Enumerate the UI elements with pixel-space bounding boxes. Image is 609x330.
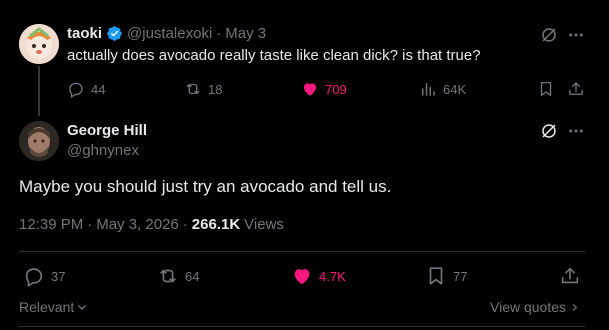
parent-like-count: 709: [325, 81, 347, 97]
reply-icon: [67, 80, 85, 98]
heart-icon: [291, 265, 313, 287]
sort-label: Relevant: [19, 299, 75, 315]
parent-like-button[interactable]: 709: [301, 80, 347, 98]
sort-dropdown[interactable]: Relevant: [19, 299, 88, 315]
chevron-down-icon: [76, 301, 88, 313]
parent-avatar[interactable]: [19, 24, 59, 64]
repost-icon: [157, 265, 179, 287]
reply-avatar[interactable]: [19, 121, 59, 161]
reply-bookmark-count: 77: [453, 268, 468, 284]
views-chart-icon: [419, 80, 437, 98]
divider: [19, 251, 585, 252]
reply-repost-count: 64: [185, 268, 200, 284]
reply-views-label: Views: [244, 216, 284, 233]
parent-display-name[interactable]: taoki: [67, 25, 102, 42]
reply-share-button[interactable]: [559, 265, 581, 287]
parent-repost-count: 18: [208, 81, 223, 97]
reply-tweet-text: Maybe you should just try an avocado and…: [19, 177, 392, 196]
reply-like-button[interactable]: 4.7K: [291, 265, 346, 287]
parent-bookmark-button[interactable]: [537, 80, 555, 98]
parent-date[interactable]: May 3: [225, 25, 266, 42]
repost-icon: [184, 80, 202, 98]
parent-reply-button[interactable]: 44: [67, 80, 105, 98]
reply-date[interactable]: May 3, 2026: [96, 216, 179, 233]
more-icon[interactable]: [567, 26, 585, 44]
parent-repost-button[interactable]: 18: [184, 80, 222, 98]
verified-badge-icon: [106, 25, 123, 42]
view-quotes-label: View quotes: [490, 299, 567, 315]
parent-handle[interactable]: @justalexoki: [127, 25, 212, 42]
date-separator: ·: [216, 25, 222, 42]
reply-bookmark-button[interactable]: 77: [425, 265, 467, 287]
parent-views-count: 64K: [443, 81, 467, 97]
reply-reply-button[interactable]: 37: [23, 265, 65, 287]
parent-views-button[interactable]: 64K: [419, 80, 466, 98]
grok-icon[interactable]: [540, 26, 558, 44]
reply-icon: [23, 265, 45, 287]
reply-repost-button[interactable]: 64: [157, 265, 199, 287]
parent-tweet-text: actually does avocado really taste like …: [67, 47, 481, 64]
meta-separator: ·: [182, 216, 188, 233]
parent-share-button[interactable]: [567, 80, 585, 98]
reply-time[interactable]: 12:39 PM: [19, 216, 83, 233]
divider: [19, 326, 585, 327]
reply-meta: 12:39 PM · May 3, 2026 · 266.1K Views: [19, 216, 284, 233]
reply-views-count: 266.1K: [191, 216, 241, 233]
grok-icon[interactable]: [540, 122, 558, 140]
reply-like-count: 4.7K: [319, 268, 346, 284]
meta-separator: ·: [87, 216, 93, 233]
view-quotes-link[interactable]: View quotes: [490, 299, 580, 315]
more-icon[interactable]: [567, 122, 585, 140]
reply-display-name[interactable]: George Hill: [67, 122, 147, 139]
parent-reply-count: 44: [91, 81, 106, 97]
reply-handle[interactable]: @ghnynex: [67, 142, 139, 159]
reply-reply-count: 37: [51, 268, 66, 284]
heart-icon: [301, 80, 319, 98]
chevron-right-icon: [569, 302, 580, 313]
bookmark-icon: [425, 265, 447, 287]
thread-connector-line: [38, 66, 40, 116]
